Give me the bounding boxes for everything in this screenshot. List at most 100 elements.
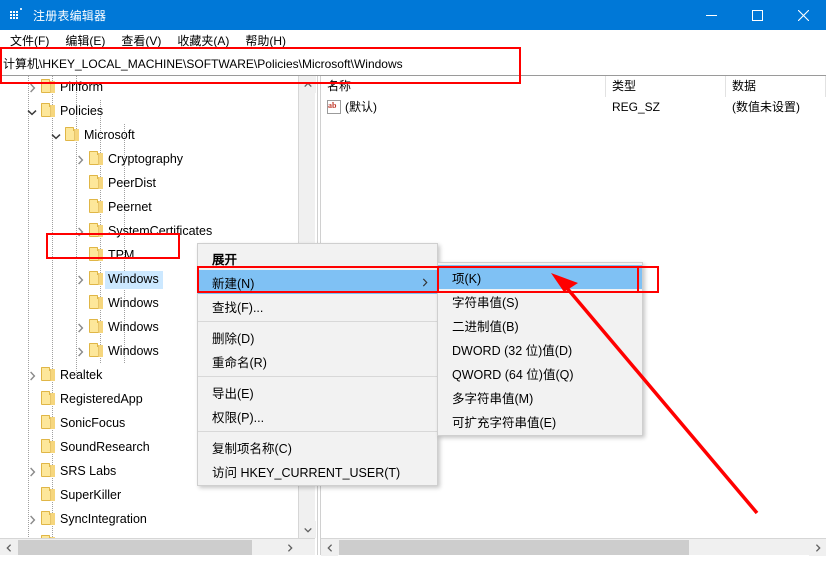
tree-item-label: SyncIntegration xyxy=(60,512,147,526)
context-menu-item-label: 展开 xyxy=(212,252,238,267)
chevron-right-icon[interactable] xyxy=(72,148,88,172)
tree-item-label: PeerDist xyxy=(108,176,156,190)
chevron-down-icon[interactable] xyxy=(48,124,64,148)
chevron-down-icon[interactable] xyxy=(24,100,40,124)
values-scroll-left-button[interactable] xyxy=(321,539,338,556)
context-menu-item[interactable]: 新建(N) xyxy=(198,270,437,294)
tree-connector xyxy=(24,412,40,436)
registry-editor-window: 注册表编辑器 文件(F) 编辑(E) 查看(V) 收藏夹(A) 帮助(H) 计算… xyxy=(0,0,826,576)
folder-icon xyxy=(88,220,105,244)
folder-icon xyxy=(40,412,57,436)
folder-icon xyxy=(88,244,105,268)
address-bar[interactable]: 计算机\HKEY_LOCAL_MACHINE\SOFTWARE\Policies… xyxy=(0,51,826,76)
submenu-item-label: QWORD (64 位)值(Q) xyxy=(452,367,574,382)
values-hscrollbar-thumb[interactable] xyxy=(339,540,689,555)
maximize-button[interactable] xyxy=(734,0,780,30)
column-name[interactable]: 名称 xyxy=(321,76,606,97)
context-menu-item[interactable]: 查找(F)... xyxy=(198,294,437,318)
chevron-right-icon[interactable] xyxy=(72,220,88,244)
value-row[interactable]: ab (默认) REG_SZ (数值未设置) xyxy=(321,97,826,116)
tree-item-label: Windows xyxy=(108,344,159,358)
submenu-item[interactable]: 可扩充字符串值(E) xyxy=(438,409,642,433)
tree-item[interactable]: Piriform xyxy=(0,76,298,100)
tree-scroll-left-button[interactable] xyxy=(0,539,17,555)
context-menu-item[interactable]: 访问 HKEY_CURRENT_USER(T) xyxy=(198,459,437,483)
tree-item-label: TPM xyxy=(108,248,135,262)
submenu-item-label: DWORD (32 位)值(D) xyxy=(452,343,573,358)
value-name-text: (默认) xyxy=(345,100,377,114)
tree-item-label: Microsoft xyxy=(84,128,135,142)
string-value-icon: ab xyxy=(327,99,341,114)
tree-horizontal-scrollbar[interactable] xyxy=(0,538,315,555)
chevron-right-icon[interactable] xyxy=(72,340,88,364)
tree-item-label: Peernet xyxy=(108,200,152,214)
chevron-right-icon[interactable] xyxy=(24,508,40,532)
tree-item[interactable]: Peernet xyxy=(0,196,298,220)
context-menu-separator xyxy=(198,431,437,432)
context-menu-item-label: 复制项名称(C) xyxy=(212,441,292,456)
context-menu-item[interactable]: 复制项名称(C) xyxy=(198,435,437,459)
tree-connector xyxy=(24,484,40,508)
window-controls xyxy=(688,0,826,30)
context-menu-separator xyxy=(198,321,437,322)
tree-item[interactable]: SystemCertificates xyxy=(0,220,298,244)
tree-item-label: SuperKiller xyxy=(60,488,122,502)
folder-icon xyxy=(88,172,105,196)
folder-icon xyxy=(40,508,57,532)
context-menu-item[interactable]: 重命名(R) xyxy=(198,349,437,373)
context-menu-item[interactable]: 删除(D) xyxy=(198,325,437,349)
submenu-arrow-icon xyxy=(422,270,428,294)
tree-item[interactable]: PeerDist xyxy=(0,172,298,196)
menu-favorites[interactable]: 收藏夹(A) xyxy=(169,30,237,51)
menu-view[interactable]: 查看(V) xyxy=(113,30,169,51)
chevron-right-icon[interactable] xyxy=(24,76,40,100)
tree-item-label: Policies xyxy=(60,104,104,118)
submenu-item[interactable]: QWORD (64 位)值(Q) xyxy=(438,361,642,385)
folder-icon xyxy=(88,292,105,316)
tree-context-menu[interactable]: 展开新建(N) 查找(F)... 删除(D) 重命名(R) 导出(E) 权限(P)... 复… xyxy=(197,243,438,486)
minimize-button[interactable] xyxy=(688,0,734,30)
window-title: 注册表编辑器 xyxy=(33,8,107,23)
submenu-item[interactable]: 多字符串值(M) xyxy=(438,385,642,409)
tree-scroll-up-button[interactable] xyxy=(299,76,316,93)
tree-item[interactable]: Microsoft xyxy=(0,124,298,148)
submenu-item[interactable]: 项(K) xyxy=(438,265,642,289)
tree-scroll-down-button[interactable] xyxy=(299,521,316,538)
tree-item[interactable]: SuperKiller xyxy=(0,484,298,508)
tree-item-label: SoundResearch xyxy=(60,440,150,454)
submenu-item[interactable]: 字符串值(S) xyxy=(438,289,642,313)
values-scroll-right-button[interactable] xyxy=(809,539,826,556)
column-type[interactable]: 类型 xyxy=(606,76,726,97)
close-button[interactable] xyxy=(780,0,826,30)
context-menu-item[interactable]: 权限(P)... xyxy=(198,404,437,428)
submenu-item-label: 可扩充字符串值(E) xyxy=(452,415,557,430)
menu-help[interactable]: 帮助(H) xyxy=(237,30,294,51)
submenu-item[interactable]: DWORD (32 位)值(D) xyxy=(438,337,642,361)
chevron-right-icon[interactable] xyxy=(72,268,88,292)
folder-icon xyxy=(64,124,81,148)
tree-item-label: Windows xyxy=(108,296,159,310)
folder-icon xyxy=(88,148,105,172)
context-menu-item[interactable]: 展开 xyxy=(198,246,437,270)
context-menu-item[interactable]: 导出(E) xyxy=(198,380,437,404)
submenu-item[interactable]: 二进制值(B) xyxy=(438,313,642,337)
chevron-right-icon[interactable] xyxy=(72,316,88,340)
menu-edit[interactable]: 编辑(E) xyxy=(57,30,113,51)
new-submenu[interactable]: 项(K) 字符串值(S) 二进制值(B) DWORD (32 位)值(D) QWORD … xyxy=(437,262,643,436)
tree-item[interactable]: Policies xyxy=(0,100,298,124)
tree-item-label: SonicFocus xyxy=(60,416,126,430)
folder-icon xyxy=(88,316,105,340)
values-column-header[interactable]: 名称 类型 数据 xyxy=(321,76,826,97)
tree-item[interactable]: Cryptography xyxy=(0,148,298,172)
value-data-cell: (数值未设置) xyxy=(732,100,800,114)
chevron-right-icon[interactable] xyxy=(24,460,40,484)
column-data[interactable]: 数据 xyxy=(726,76,826,97)
folder-icon xyxy=(40,460,57,484)
chevron-right-icon[interactable] xyxy=(24,364,40,388)
tree-scroll-right-button[interactable] xyxy=(281,539,298,555)
tree-item[interactable]: SyncIntegration xyxy=(0,508,298,532)
tree-hscrollbar-thumb[interactable] xyxy=(18,540,252,555)
values-horizontal-scrollbar[interactable] xyxy=(321,538,826,556)
menu-file[interactable]: 文件(F) xyxy=(2,30,57,51)
tree-connector xyxy=(72,172,88,196)
